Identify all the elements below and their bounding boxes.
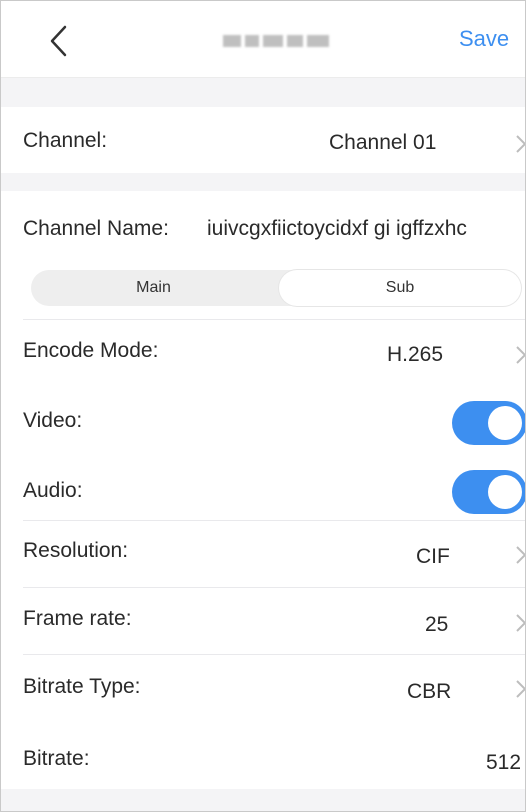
- resolution-value[interactable]: CIF: [416, 545, 450, 569]
- stream-tabs-container: Main Sub: [1, 259, 525, 319]
- audio-label: Audio:: [23, 479, 83, 502]
- chevron-right-icon: [516, 546, 525, 564]
- chevron-right-icon: [516, 346, 525, 364]
- chevron-right-icon: [516, 680, 525, 698]
- bitrate-label: Bitrate:: [23, 747, 90, 770]
- frame-rate-label: Frame rate:: [23, 607, 132, 630]
- video-label: Video:: [23, 409, 83, 432]
- channel-row[interactable]: Channel: Channel 01: [1, 107, 525, 173]
- audio-toggle[interactable]: [452, 470, 525, 514]
- channel-name-input[interactable]: iuivcgxfiictoycidxf gi igffzxhc: [207, 217, 467, 241]
- divider: [23, 654, 525, 655]
- frame-rate-value[interactable]: 25: [425, 613, 448, 637]
- tab-main[interactable]: Main: [31, 270, 276, 306]
- channel-name-row: Channel Name: iuivcgxfiictoycidxf gi igf…: [1, 191, 525, 259]
- back-arrow-icon[interactable]: [39, 21, 79, 61]
- channel-value: Channel 01: [329, 131, 437, 154]
- top-navigation-bar: Save: [1, 1, 525, 78]
- bitrate-type-label: Bitrate Type:: [23, 675, 141, 698]
- blurred-title-image: [223, 31, 333, 51]
- channel-label: Channel:: [23, 129, 108, 152]
- stream-settings-list: Encode Mode: H.265 Video: Audio: Resolut…: [1, 319, 525, 789]
- save-button[interactable]: Save: [459, 26, 509, 52]
- chevron-right-icon: [516, 614, 525, 632]
- bitrate-type-value[interactable]: CBR: [407, 680, 451, 704]
- tab-sub[interactable]: Sub: [279, 270, 521, 306]
- chevron-right-icon: [516, 135, 525, 153]
- encode-mode-label: Encode Mode:: [23, 339, 159, 362]
- divider: [23, 587, 525, 588]
- divider: [23, 319, 525, 320]
- video-toggle[interactable]: [452, 401, 525, 445]
- settings-screen: Save Channel: Channel 01 Channel Name: i…: [0, 0, 526, 812]
- stream-segmented-control: Main Sub: [31, 270, 521, 306]
- encode-mode-value[interactable]: H.265: [387, 343, 443, 367]
- toggle-knob: [488, 475, 522, 509]
- toggle-knob: [488, 406, 522, 440]
- channel-name-label: Channel Name:: [23, 217, 169, 240]
- resolution-label: Resolution:: [23, 539, 129, 562]
- divider: [23, 520, 525, 521]
- bitrate-input[interactable]: 512: [486, 751, 521, 775]
